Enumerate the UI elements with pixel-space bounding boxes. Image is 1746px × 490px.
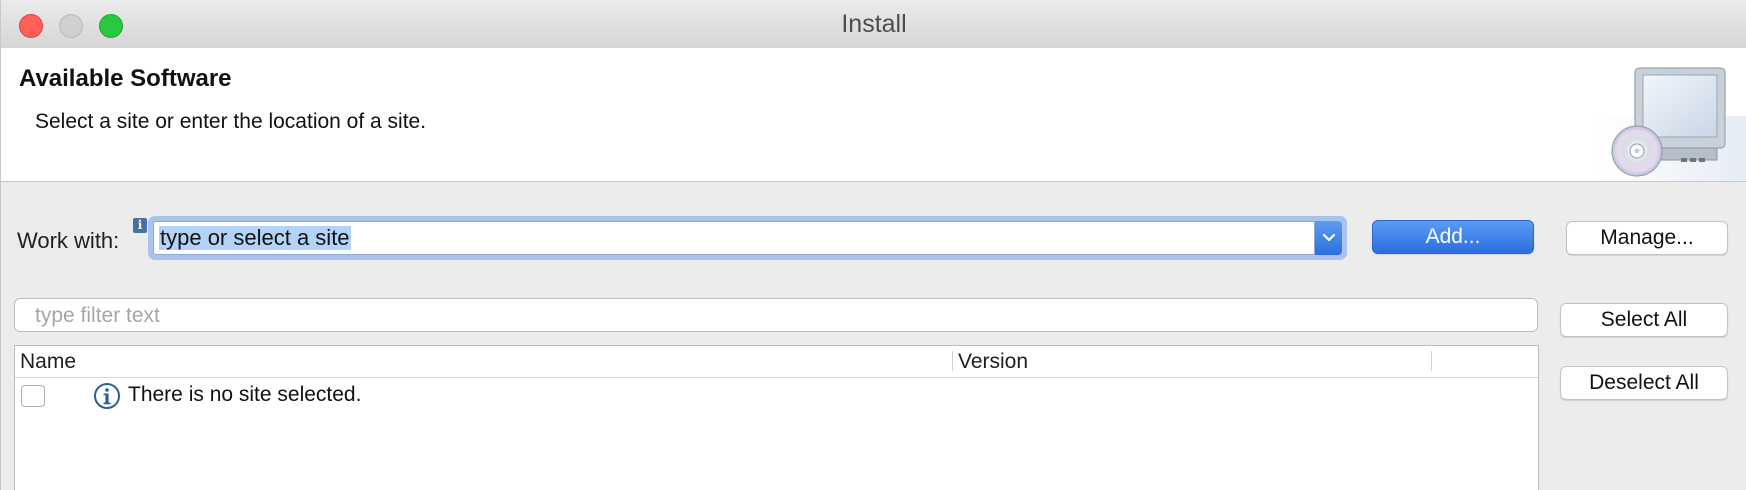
column-header-version[interactable]: Version: [958, 350, 1028, 374]
page-description: Select a site or enter the location of a…: [35, 110, 427, 133]
info-badge-icon: i: [133, 218, 147, 233]
table-header: Name Version: [15, 346, 1538, 378]
add-site-button[interactable]: Add...: [1372, 220, 1534, 254]
software-table[interactable]: Name Version There is no site selected.: [14, 345, 1539, 490]
work-with-label: Work with:: [17, 228, 120, 253]
work-with-input[interactable]: type or select a site: [159, 226, 351, 250]
work-with-dropdown-button[interactable]: [1315, 221, 1342, 255]
info-icon: [93, 382, 121, 415]
title-bar[interactable]: Install: [1, 0, 1746, 49]
manage-sites-button[interactable]: Manage...: [1566, 221, 1728, 255]
chevron-down-icon: [1322, 233, 1336, 242]
install-cd-monitor-icon: [1597, 56, 1746, 181]
work-with-combo[interactable]: type or select a site: [153, 221, 1315, 255]
header-banner: Available Software Select a site or ente…: [1, 48, 1746, 182]
page-title: Available Software: [19, 65, 232, 92]
column-separator[interactable]: [1431, 351, 1432, 371]
column-separator[interactable]: [952, 351, 953, 371]
filter-input[interactable]: type filter text: [14, 298, 1538, 332]
select-all-button[interactable]: Select All: [1560, 303, 1728, 337]
row-name: There is no site selected.: [128, 383, 362, 406]
window-title: Install: [841, 10, 907, 38]
row-checkbox[interactable]: [21, 385, 45, 407]
install-dialog: Install Available Software Select a site…: [0, 0, 1746, 490]
filter-placeholder: type filter text: [35, 304, 160, 327]
table-row[interactable]: There is no site selected.: [15, 378, 1538, 412]
deselect-all-button[interactable]: Deselect All: [1560, 366, 1728, 400]
column-header-name[interactable]: Name: [20, 350, 76, 374]
